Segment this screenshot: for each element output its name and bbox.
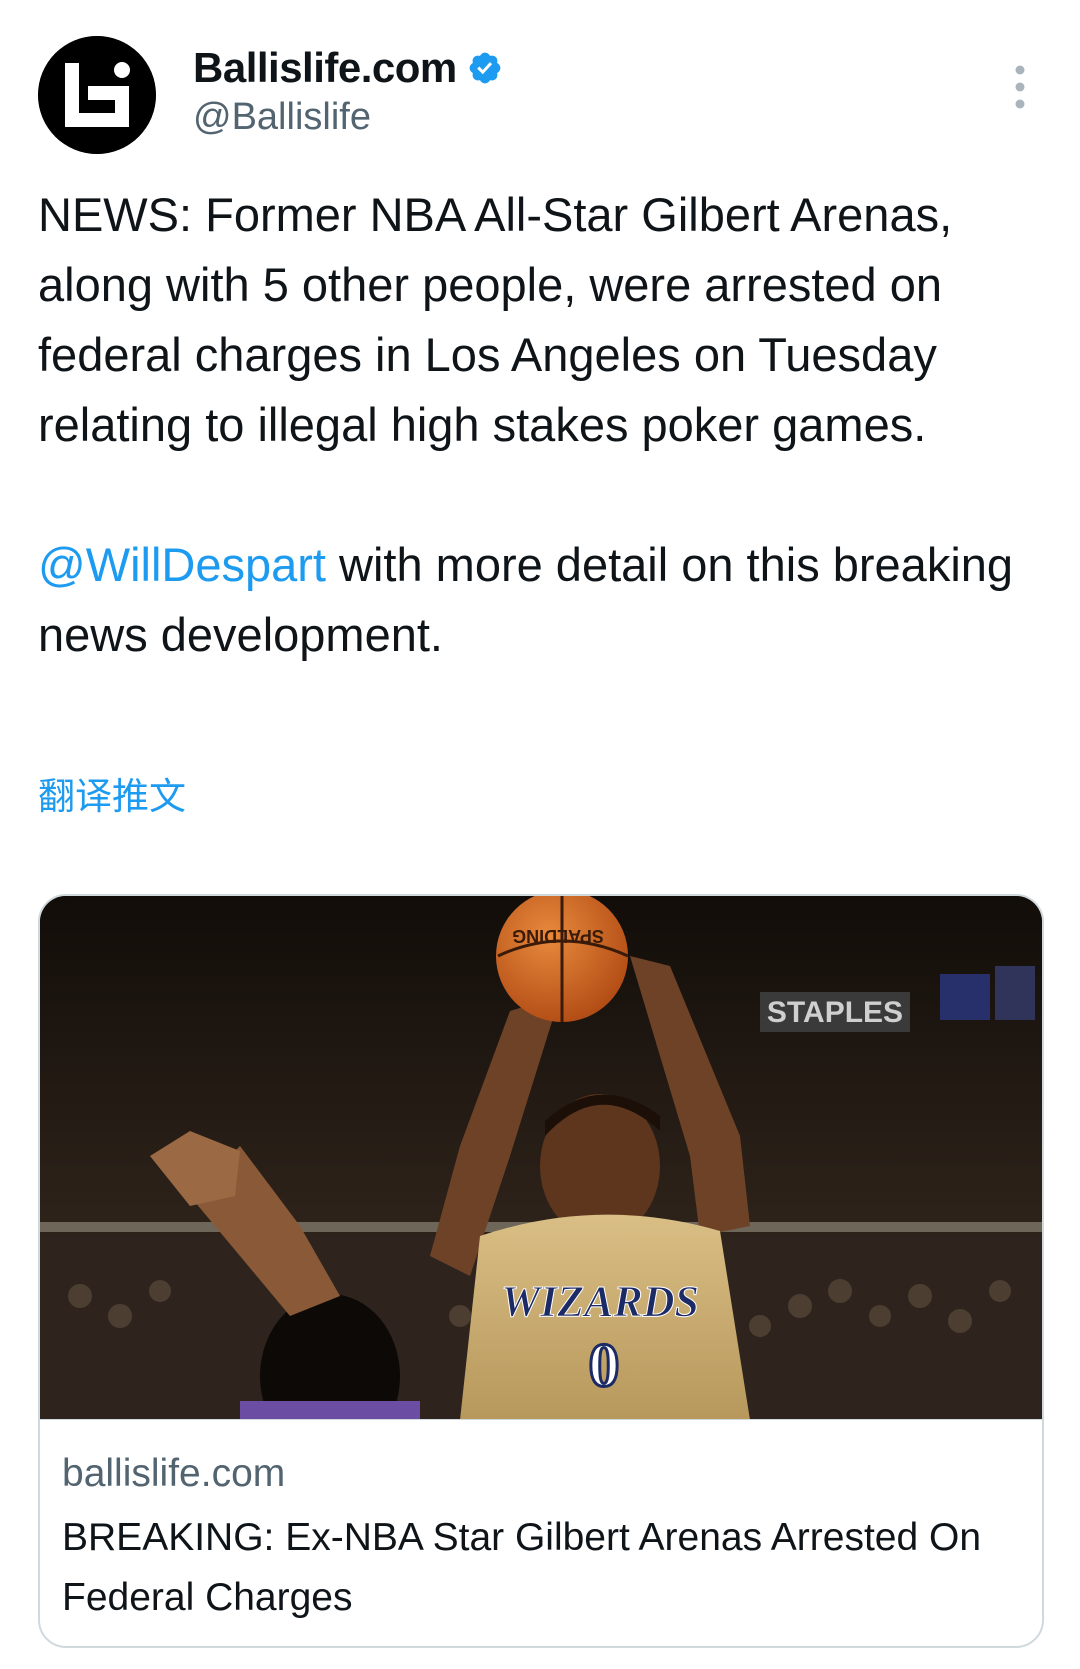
basketball-photo: STAPLES WIZARDS 0 SPALDING: [40, 896, 1042, 1419]
translate-tweet-link[interactable]: 翻译推文: [38, 766, 186, 820]
author-names: Ballislife.com @Ballislife: [193, 44, 503, 139]
card-image[interactable]: STAPLES WIZARDS 0 SPALDING: [40, 896, 1042, 1420]
ball-brand-text: SPALDING: [512, 926, 604, 946]
tweet-header: Ballislife.com @Ballislife: [38, 36, 1042, 156]
card-domain: ballislife.com: [62, 1452, 286, 1495]
tweet-paragraph-2: @WillDespart with more detail on this br…: [38, 530, 1038, 670]
jersey-text: WIZARDS: [501, 1277, 699, 1326]
jersey-number: 0: [589, 1332, 620, 1400]
author-handle[interactable]: @Ballislife: [193, 96, 503, 139]
tweet-text: NEWS: Former NBA All-Star Gilbert Arenas…: [38, 180, 1038, 670]
avatar[interactable]: [38, 36, 156, 154]
card-title[interactable]: BREAKING: Ex-NBA Star Gilbert Arenas Arr…: [62, 1508, 1020, 1628]
arena-sign-text: STAPLES: [767, 996, 903, 1029]
display-name[interactable]: Ballislife.com: [193, 44, 457, 92]
card-meta: ballislife.com BREAKING: Ex-NBA Star Gil…: [62, 1448, 1020, 1628]
tweet: Ballislife.com @Ballislife NEWS: Former …: [0, 0, 1080, 1669]
verified-badge-icon: [467, 50, 503, 86]
ballislife-logo-icon: [38, 36, 156, 154]
mention-link[interactable]: @WillDespart: [38, 538, 326, 591]
tweet-paragraph-1: NEWS: Former NBA All-Star Gilbert Arenas…: [38, 188, 953, 451]
more-options-icon[interactable]: [1014, 64, 1026, 110]
link-card[interactable]: STAPLES WIZARDS 0 SPALDING ballislife.co…: [38, 894, 1044, 1648]
